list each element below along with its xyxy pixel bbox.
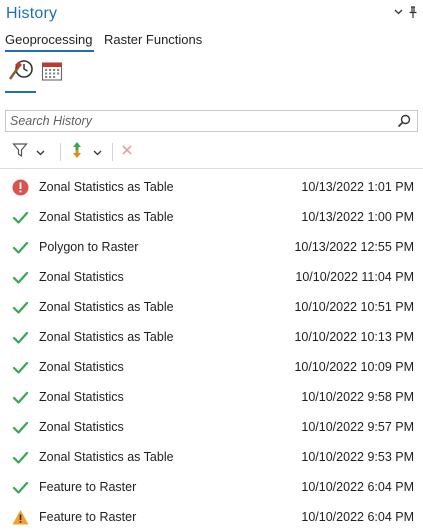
panel-title: History — [6, 5, 58, 22]
checkmark-icon — [12, 329, 29, 346]
sort-button[interactable] — [70, 140, 102, 164]
search-box — [5, 110, 418, 132]
tool-name: Zonal Statistics as Table — [39, 300, 174, 314]
error-icon — [12, 179, 29, 196]
filter-icon — [12, 142, 28, 163]
history-row[interactable]: Zonal Statistics 10/10/2022 10:09 PM — [0, 352, 423, 382]
checkmark-icon — [12, 479, 29, 496]
history-row[interactable]: Zonal Statistics 10/10/2022 9:57 PM — [0, 412, 423, 442]
checkmark-icon — [12, 209, 29, 226]
close-icon — [121, 143, 133, 161]
history-row[interactable]: Zonal Statistics 10/10/2022 11:04 PM — [0, 262, 423, 292]
clear-button[interactable] — [121, 140, 133, 164]
chevron-down-icon — [36, 143, 45, 161]
warning-icon — [12, 509, 29, 526]
history-list: Zonal Statistics as Table 10/13/2022 1:01… — [0, 172, 423, 532]
tab-raster-functions[interactable]: Raster Functions — [104, 32, 202, 47]
run-timestamp: 10/13/2022 12:55 PM — [294, 240, 414, 254]
checkmark-icon — [12, 239, 29, 256]
tool-name: Zonal Statistics — [39, 270, 124, 284]
run-timestamp: 10/10/2022 9:58 PM — [301, 390, 414, 404]
history-row[interactable]: Zonal Statistics as Table 10/13/2022 1:01… — [0, 172, 423, 202]
history-view-button[interactable] — [4, 56, 38, 90]
checkmark-icon — [12, 299, 29, 316]
tool-name: Feature to Raster — [39, 510, 137, 524]
run-timestamp: 10/10/2022 6:04 PM — [301, 480, 414, 494]
checkmark-icon — [12, 419, 29, 436]
run-timestamp: 10/10/2022 9:57 PM — [301, 420, 414, 434]
panel-header: History — [0, 0, 423, 30]
toolbar-divider — [60, 143, 61, 161]
sort-arrows-icon — [70, 141, 84, 164]
run-timestamp: 10/10/2022 9:53 PM — [301, 450, 414, 464]
history-row[interactable]: Feature to Raster 10/10/2022 6:04 PM — [0, 502, 423, 532]
history-row[interactable]: Zonal Statistics as Table 10/13/2022 1:00… — [0, 202, 423, 232]
tab-bar: Geoprocessing Raster Functions — [0, 30, 423, 52]
search-icon[interactable] — [397, 114, 411, 128]
toolbar-divider — [112, 143, 113, 161]
tool-name: Zonal Statistics — [39, 360, 124, 374]
hammer-clock-icon — [7, 58, 35, 89]
checkmark-icon — [12, 269, 29, 286]
chevron-down-icon — [93, 143, 102, 161]
checkmark-icon — [12, 449, 29, 466]
tool-name: Polygon to Raster — [39, 240, 139, 254]
tool-name: Zonal Statistics as Table — [39, 330, 174, 344]
run-timestamp: 10/10/2022 6:04 PM — [301, 510, 414, 524]
tool-name: Zonal Statistics as Table — [39, 180, 174, 194]
active-view-indicator — [5, 91, 36, 93]
history-toolbar — [0, 138, 423, 166]
history-row[interactable]: Feature to Raster 10/10/2022 6:04 PM — [0, 472, 423, 502]
run-timestamp: 10/10/2022 10:09 PM — [294, 360, 414, 374]
run-timestamp: 10/10/2022 10:13 PM — [294, 330, 414, 344]
chevron-down-icon[interactable] — [391, 4, 405, 20]
filter-button[interactable] — [12, 140, 45, 164]
view-toggle — [0, 56, 423, 96]
tool-name: Zonal Statistics as Table — [39, 210, 174, 224]
run-timestamp: 10/13/2022 1:00 PM — [301, 210, 414, 224]
checkmark-icon — [12, 359, 29, 376]
history-row[interactable]: Polygon to Raster 10/13/2022 12:55 PM — [0, 232, 423, 262]
calendar-icon — [40, 59, 64, 88]
list-divider — [0, 168, 423, 169]
history-row[interactable]: Zonal Statistics as Table 10/10/2022 10:5… — [0, 292, 423, 322]
calendar-view-button[interactable] — [35, 56, 69, 90]
pin-icon[interactable] — [406, 4, 420, 20]
run-timestamp: 10/10/2022 11:04 PM — [295, 270, 414, 284]
run-timestamp: 10/13/2022 1:01 PM — [301, 180, 414, 194]
history-row[interactable]: Zonal Statistics as Table 10/10/2022 9:53… — [0, 442, 423, 472]
history-row[interactable]: Zonal Statistics as Table 10/10/2022 10:1… — [0, 322, 423, 352]
search-input[interactable] — [10, 112, 390, 130]
tool-name: Zonal Statistics — [39, 420, 124, 434]
active-tab-indicator — [5, 50, 94, 52]
run-timestamp: 10/10/2022 10:51 PM — [294, 300, 414, 314]
tool-name: Zonal Statistics as Table — [39, 450, 174, 464]
history-row[interactable]: Zonal Statistics 10/10/2022 9:58 PM — [0, 382, 423, 412]
tool-name: Feature to Raster — [39, 480, 137, 494]
checkmark-icon — [12, 389, 29, 406]
tool-name: Zonal Statistics — [39, 390, 124, 404]
tab-geoprocessing[interactable]: Geoprocessing — [5, 32, 92, 47]
